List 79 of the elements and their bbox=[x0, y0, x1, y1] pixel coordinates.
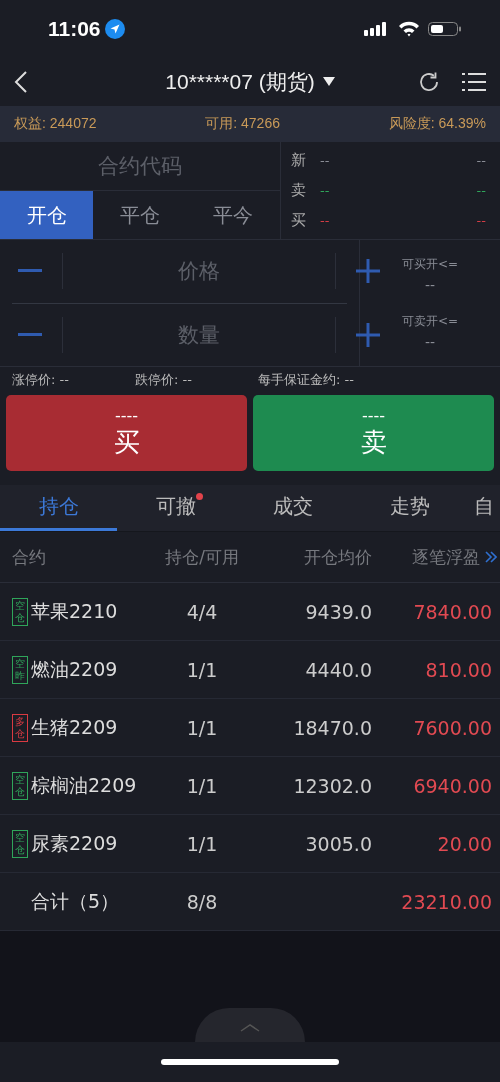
table-cell-text: 棕榈油2209 bbox=[31, 772, 137, 798]
menu-icon[interactable] bbox=[462, 72, 486, 92]
quote-label: 卖 bbox=[291, 181, 306, 200]
position-tab[interactable]: 自 bbox=[468, 485, 500, 531]
table-cell-text: 6940.00 bbox=[412, 774, 492, 797]
position-tab[interactable]: 可撤 bbox=[117, 485, 234, 531]
table-cell-text: 生猪2209 bbox=[31, 714, 118, 740]
table-cell-text: 1/1 bbox=[185, 832, 219, 855]
position-tab[interactable]: 持仓 bbox=[0, 485, 117, 531]
table-cell-text: 7840.00 bbox=[412, 600, 492, 623]
quote-value: -- bbox=[320, 212, 330, 228]
account-stat: 权益: 244072 bbox=[14, 115, 97, 133]
position-tag: 空仓 bbox=[12, 829, 28, 858]
double-chevron-icon[interactable] bbox=[485, 551, 497, 563]
plus-icon[interactable] bbox=[356, 322, 380, 347]
max-open-label: 可买开<= bbox=[401, 256, 459, 273]
table-cell-text: 尿素2209 bbox=[31, 830, 118, 856]
quote-value: -- bbox=[320, 153, 330, 169]
table-cell-text: 12302.0 bbox=[292, 774, 372, 797]
contract-code-field[interactable]: 合约代码 bbox=[0, 142, 280, 191]
account-title[interactable]: 10*****07 (期货) bbox=[165, 68, 315, 96]
table-cell-text: 7600.00 bbox=[412, 716, 492, 739]
quote-value: -- bbox=[476, 183, 486, 198]
position-tag: 空仓 bbox=[12, 597, 28, 626]
table-cell-text: 810.00 bbox=[424, 658, 492, 681]
location-icon bbox=[104, 19, 125, 39]
position-tab[interactable]: 成交 bbox=[234, 485, 351, 531]
table-cell-text: 3005.0 bbox=[304, 832, 372, 855]
account-stat: 可用: 47266 bbox=[205, 115, 280, 133]
refresh-icon[interactable] bbox=[418, 71, 440, 93]
limit-price: 跌停价: -- bbox=[135, 371, 193, 389]
order-type-tab[interactable]: 平仓 bbox=[93, 191, 187, 239]
price-field[interactable]: 价格 bbox=[62, 253, 336, 290]
table-cell-text: 4440.0 bbox=[304, 658, 372, 681]
quote-label: 新 bbox=[291, 151, 306, 171]
max-open-value: -- bbox=[424, 277, 436, 293]
table-cell-text: 燃油2209 bbox=[31, 656, 118, 682]
order-type-tab[interactable]: 开仓 bbox=[0, 191, 94, 239]
quote-value: -- bbox=[320, 183, 330, 198]
quantity-field[interactable]: 数量 bbox=[62, 316, 336, 353]
max-open-value: -- bbox=[424, 334, 436, 350]
chevron-up-icon bbox=[240, 1024, 260, 1032]
minus-icon[interactable] bbox=[18, 269, 42, 274]
sell-button[interactable]: ---- 卖 bbox=[253, 395, 494, 471]
table-cell-text: 9439.0 bbox=[304, 600, 372, 623]
limit-price: 涨停价: -- bbox=[12, 371, 70, 389]
table-cell-text: 23210.00 bbox=[400, 890, 492, 913]
limit-price: 每手保证金约: -- bbox=[258, 371, 354, 389]
table-cell-text: 合计（5） bbox=[31, 888, 120, 914]
minus-icon[interactable] bbox=[18, 332, 42, 337]
dropdown-caret-icon[interactable] bbox=[322, 77, 335, 87]
buy-button[interactable]: ---- 买 bbox=[6, 395, 247, 471]
position-tag: 空仓 bbox=[12, 771, 28, 800]
account-stat: 风险度: 64.39% bbox=[388, 115, 486, 133]
table-cell-text: 苹果2210 bbox=[31, 598, 118, 624]
position-tag: 空昨 bbox=[12, 655, 28, 684]
order-type-tab[interactable]: 平今 bbox=[186, 191, 280, 239]
max-open-label: 可卖开<= bbox=[401, 313, 459, 330]
position-tab[interactable]: 走势 bbox=[351, 485, 468, 531]
column-header: 持仓/可用 bbox=[164, 545, 240, 569]
back-icon[interactable] bbox=[14, 70, 28, 94]
column-header: 合约 bbox=[12, 545, 47, 569]
table-cell-text: 1/1 bbox=[185, 716, 219, 739]
battery-icon bbox=[428, 21, 462, 37]
table-cell-text: 18470.0 bbox=[292, 716, 372, 739]
column-header: 开仓均价 bbox=[303, 545, 372, 569]
quote-label: 买 bbox=[291, 210, 306, 230]
table-cell-text: 1/1 bbox=[185, 774, 219, 797]
status-time: 11:06 bbox=[48, 17, 101, 41]
table-cell-text: 1/1 bbox=[185, 658, 219, 681]
table-cell-text: 8/8 bbox=[185, 890, 219, 913]
quote-value: -- bbox=[476, 153, 486, 169]
plus-icon[interactable] bbox=[356, 259, 380, 284]
position-tag: 多仓 bbox=[12, 713, 28, 742]
table-cell-text: 4/4 bbox=[185, 600, 219, 623]
column-header: 逐笔浮盈 bbox=[411, 545, 480, 569]
wifi-icon bbox=[398, 21, 420, 37]
quote-value: -- bbox=[476, 212, 486, 228]
table-cell-text: 20.00 bbox=[436, 832, 492, 855]
